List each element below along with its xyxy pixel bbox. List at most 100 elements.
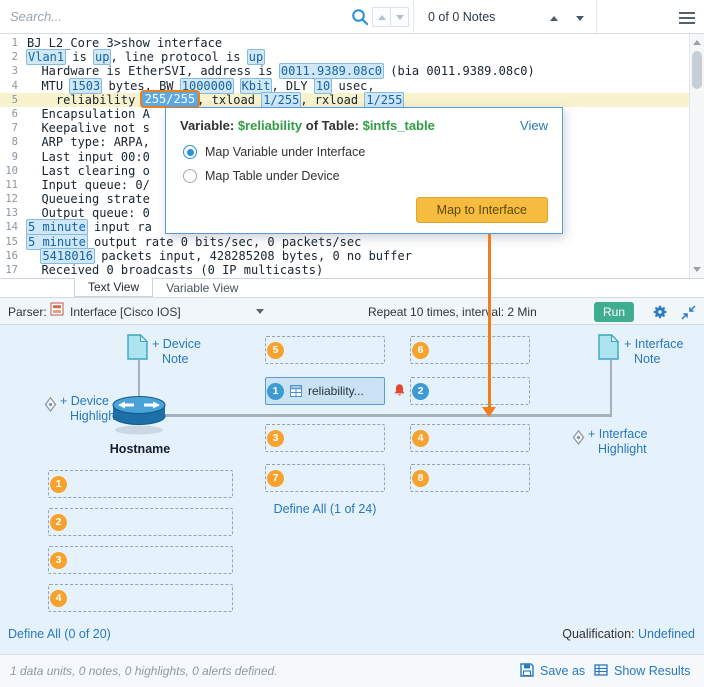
variable-token[interactable]: 5418016 bbox=[40, 248, 95, 264]
code-line[interactable]: 2Vlan1 is up, line protocol is up bbox=[0, 50, 704, 64]
up-triangle-icon bbox=[693, 40, 701, 45]
next-note-button[interactable] bbox=[576, 8, 584, 26]
editor-scrollbar[interactable] bbox=[689, 34, 704, 278]
variable-token[interactable]: 10 bbox=[314, 78, 332, 94]
save-icon bbox=[520, 663, 534, 680]
slot-number-badge: 5 bbox=[267, 342, 284, 359]
settings-gear-icon[interactable] bbox=[652, 304, 668, 325]
code-text: Hardware is EtherSVI, address is 0011.93… bbox=[27, 64, 704, 78]
slot-number-badge: 1 bbox=[267, 383, 284, 400]
interface-variable-slot-5[interactable]: 5 bbox=[265, 336, 385, 364]
add-interface-highlight-link[interactable]: + Interface Highlight bbox=[588, 427, 647, 457]
code-segment: usec, bbox=[331, 79, 374, 93]
code-line[interactable]: 155 minute output rate 0 bits/sec, 0 pac… bbox=[0, 235, 704, 249]
up-triangle-icon bbox=[550, 16, 558, 21]
search-placeholder: Search... bbox=[10, 9, 62, 24]
code-segment: Hardware is EtherSVI, address is bbox=[27, 64, 280, 78]
variable-token[interactable]: 0011.9389.08c0 bbox=[279, 63, 384, 79]
line-number: 7 bbox=[0, 121, 27, 135]
line-number: 12 bbox=[0, 192, 27, 206]
device-variable-slot-3[interactable]: 3 bbox=[48, 546, 233, 574]
code-line[interactable]: 3 Hardware is EtherSVI, address is 0011.… bbox=[0, 64, 704, 78]
device-variable-slot-4[interactable]: 4 bbox=[48, 584, 233, 612]
parser-selector[interactable]: Interface [Cisco IOS] bbox=[50, 302, 264, 321]
interface-variable-slot-3[interactable]: 3 bbox=[265, 424, 385, 452]
code-segment: input ra bbox=[87, 220, 152, 234]
radio-unselected-icon[interactable] bbox=[183, 169, 197, 183]
qualification-value-link[interactable]: Undefined bbox=[638, 627, 695, 641]
device-variable-slot-1[interactable]: 1 bbox=[48, 470, 233, 498]
save-as-button[interactable]: Save as bbox=[520, 655, 585, 687]
scroll-up-button[interactable] bbox=[690, 35, 704, 50]
interface-variable-slot-4[interactable]: 4 bbox=[410, 424, 530, 452]
interface-highlight-icon[interactable] bbox=[572, 430, 585, 450]
code-line[interactable]: 5 reliability 255/255, txload 1/255, rxl… bbox=[0, 93, 704, 107]
slot-number-badge: 3 bbox=[267, 430, 284, 447]
find-previous-button[interactable] bbox=[372, 7, 391, 27]
code-line[interactable]: 16 5418016 packets input, 428285208 byte… bbox=[0, 249, 704, 263]
router-icon[interactable] bbox=[110, 392, 168, 441]
mapping-canvas: + Device Note + Device Highlight Hostnam… bbox=[0, 325, 704, 654]
mapped-variable-label: reliability... bbox=[308, 384, 364, 398]
tab-text-view[interactable]: Text View bbox=[74, 278, 153, 297]
previous-note-button[interactable] bbox=[550, 8, 558, 26]
code-segment: ARP type: ARPA, bbox=[27, 135, 150, 149]
code-line[interactable]: 4 MTU 1503 bytes, BW 1000000 Kbit, DLY 1… bbox=[0, 79, 704, 93]
interface-variable-slot-8[interactable]: 8 bbox=[410, 464, 530, 492]
scrollbar-thumb[interactable] bbox=[692, 51, 702, 89]
search-input[interactable]: Search... bbox=[0, 0, 348, 33]
parser-name: Interface [Cisco IOS] bbox=[70, 305, 181, 319]
add-interface-note-link[interactable]: + Interface Note bbox=[624, 337, 683, 367]
line-number: 4 bbox=[0, 79, 27, 93]
code-line[interactable]: 1BJ_L2_Core_3>show interface bbox=[0, 36, 704, 50]
view-link[interactable]: View bbox=[520, 118, 548, 133]
code-text: BJ_L2_Core_3>show interface bbox=[27, 36, 704, 50]
find-next-button[interactable] bbox=[390, 7, 409, 27]
slot-number-badge: 4 bbox=[50, 590, 67, 607]
device-note-icon[interactable] bbox=[127, 334, 148, 365]
interface-variable-slot-2[interactable]: 2 bbox=[410, 377, 530, 405]
code-text: reliability 255/255, txload 1/255, rxloa… bbox=[27, 93, 704, 107]
map-variable-under-interface-option[interactable]: Map Variable under Interface bbox=[183, 145, 365, 159]
map-table-under-device-option[interactable]: Map Table under Device bbox=[183, 169, 340, 183]
add-interface-highlight-line1: + Interface bbox=[588, 427, 647, 442]
selected-variable-token[interactable]: 255/255 bbox=[140, 90, 201, 108]
variable-token[interactable]: 1/255 bbox=[261, 92, 301, 108]
scroll-down-button[interactable] bbox=[690, 262, 704, 277]
interface-variable-slot-7[interactable]: 7 bbox=[265, 464, 385, 492]
alert-bell-icon[interactable] bbox=[393, 383, 406, 403]
radio-selected-icon[interactable] bbox=[183, 145, 197, 159]
define-all-device-link[interactable]: Define All (0 of 20) bbox=[8, 627, 111, 641]
collapse-panel-icon[interactable] bbox=[681, 305, 696, 325]
search-icon[interactable] bbox=[351, 8, 369, 31]
variable-token[interactable]: 1503 bbox=[69, 78, 102, 94]
code-line[interactable]: 17 Received 0 broadcasts (0 IP multicast… bbox=[0, 263, 704, 277]
variable-token[interactable]: 1/255 bbox=[364, 92, 404, 108]
mapped-variable-chip[interactable]: reliability... bbox=[290, 384, 364, 398]
interface-note-icon[interactable] bbox=[598, 334, 619, 365]
add-device-note-line1: + Device bbox=[152, 337, 201, 352]
define-all-interface-link[interactable]: Define All (1 of 24) bbox=[265, 502, 385, 516]
menu-icon[interactable] bbox=[679, 12, 695, 27]
variable-token[interactable]: up bbox=[247, 49, 265, 65]
popup-header: Variable: $reliability of Table: $intfs_… bbox=[180, 118, 435, 133]
repeat-settings-link[interactable]: Repeat 10 times, interval: 2 Min bbox=[368, 305, 537, 319]
device-variable-slot-2[interactable]: 2 bbox=[48, 508, 233, 536]
down-triangle-icon bbox=[396, 15, 404, 20]
code-segment: Last clearing o bbox=[27, 164, 150, 178]
map-to-interface-button[interactable]: Map to Interface bbox=[416, 197, 548, 223]
tab-variable-view[interactable]: Variable View bbox=[153, 279, 251, 297]
show-results-button[interactable]: Show Results bbox=[594, 655, 690, 687]
variable-token[interactable]: Vlan1 bbox=[26, 49, 66, 65]
qualification-row: Qualification: Undefined bbox=[562, 627, 695, 641]
interface-variable-slot-6[interactable]: 6 bbox=[410, 336, 530, 364]
variable-token[interactable]: up bbox=[93, 49, 111, 65]
interface-variable-slot-1[interactable]: 1 reliability... bbox=[265, 377, 385, 405]
device-highlight-icon[interactable] bbox=[44, 397, 57, 417]
add-device-note-link[interactable]: + Device Note bbox=[152, 337, 201, 367]
code-segment: , DLY bbox=[271, 79, 314, 93]
slot-number-badge: 4 bbox=[412, 430, 429, 447]
code-segment: , txload bbox=[197, 93, 262, 107]
run-button[interactable]: Run bbox=[594, 302, 634, 322]
code-segment: BJ_L2_Core_3>show interface bbox=[27, 36, 222, 50]
